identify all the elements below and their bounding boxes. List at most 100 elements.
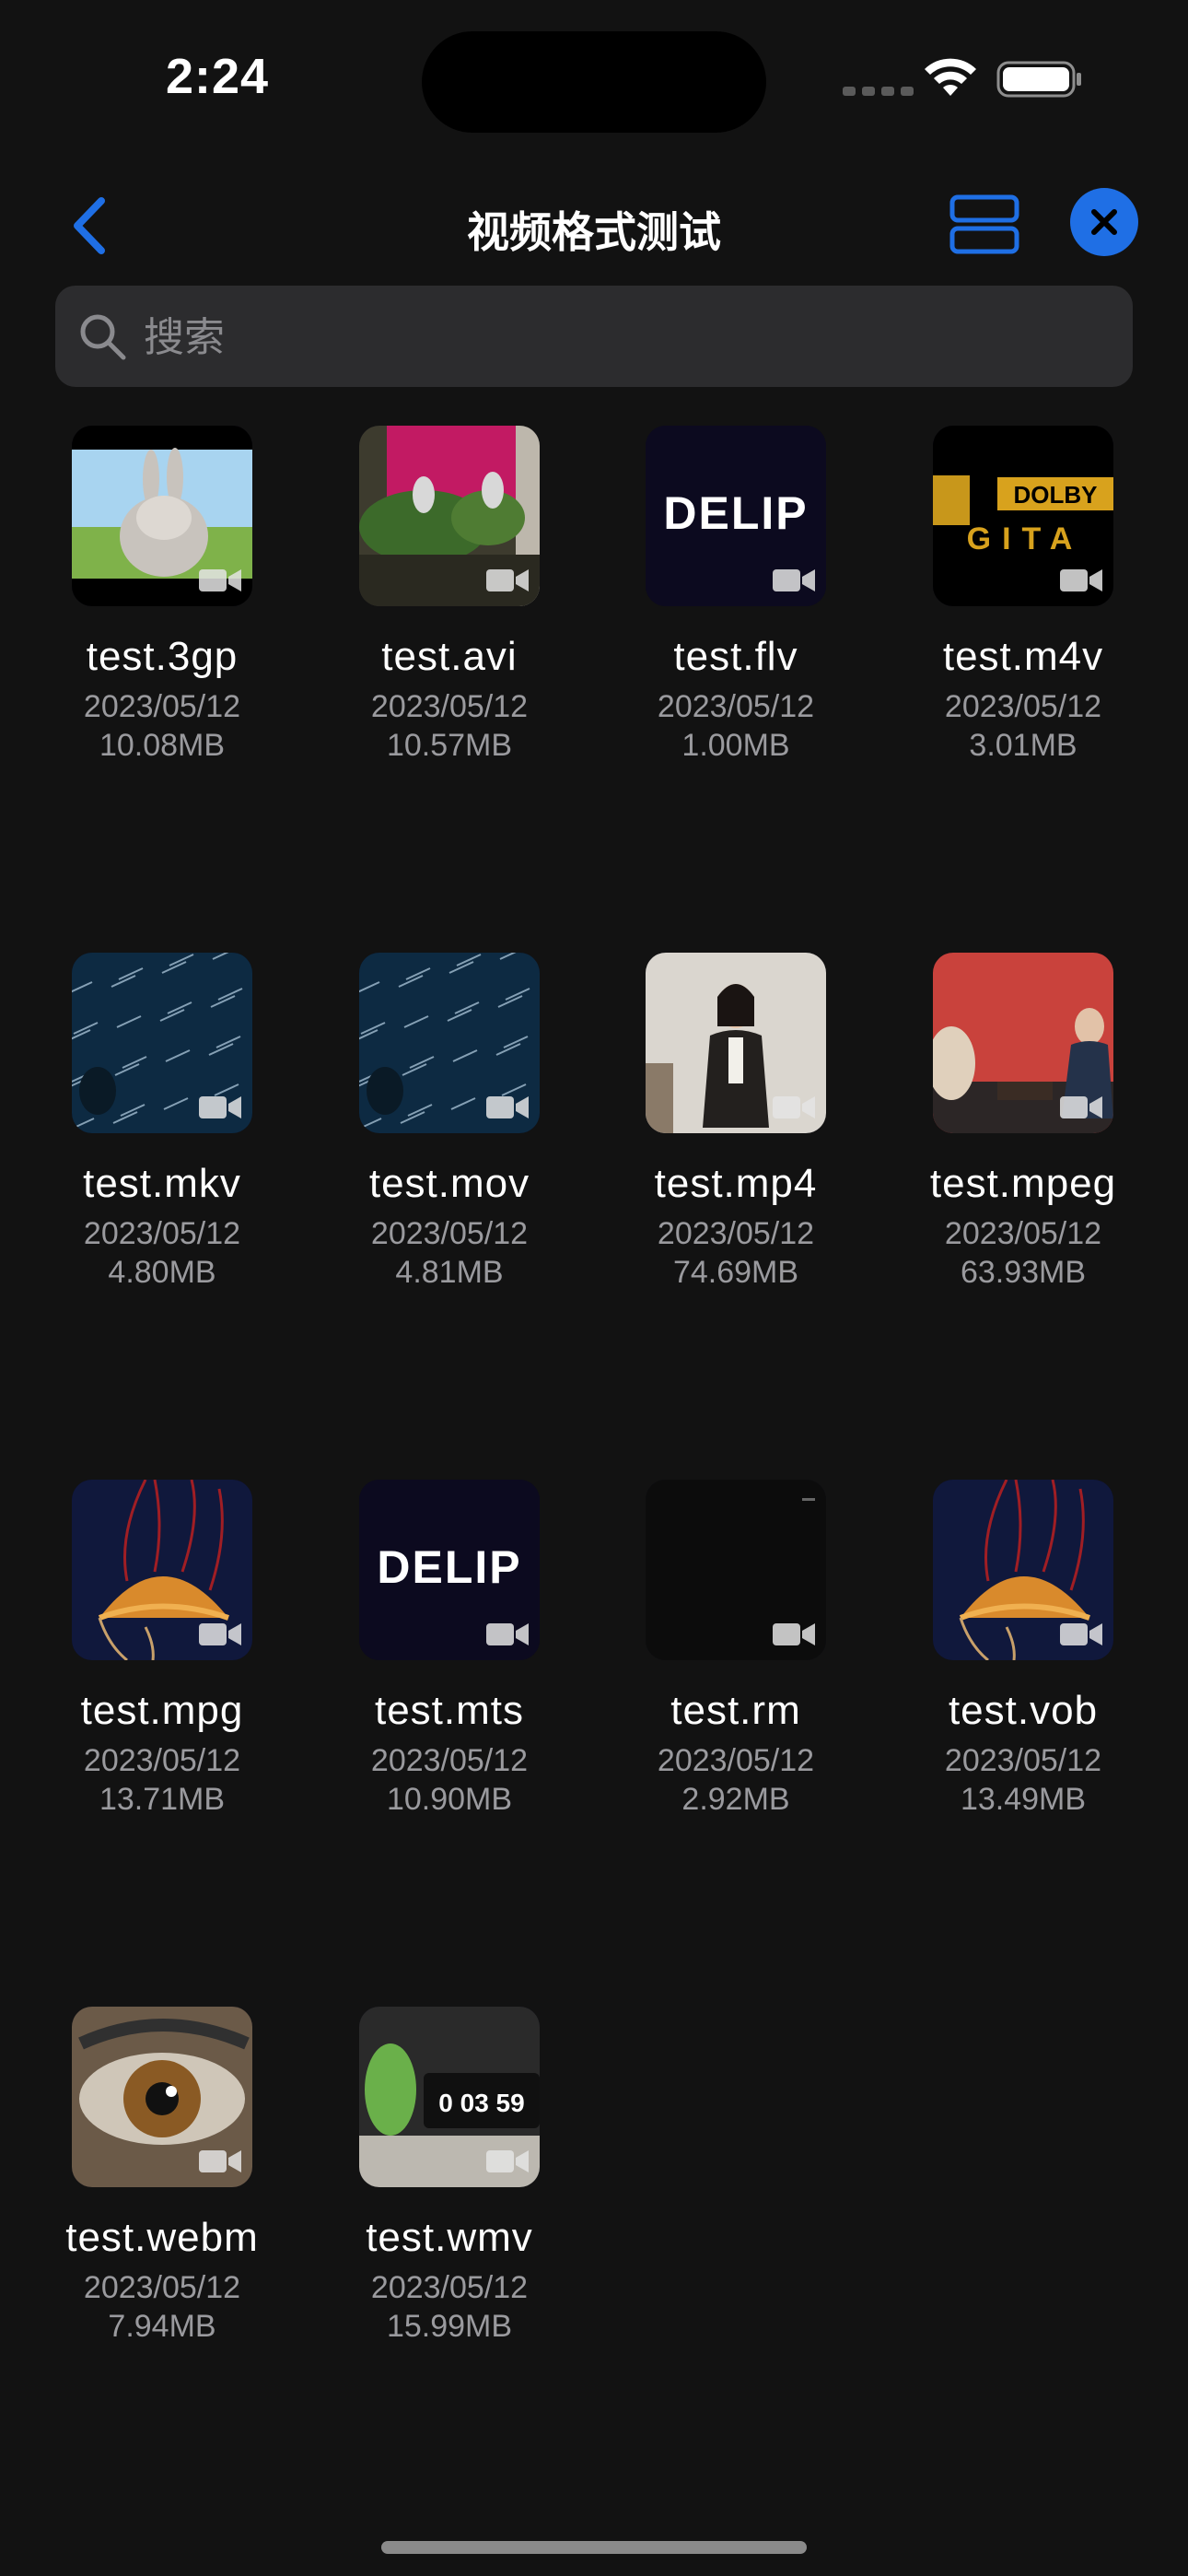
file-name: test.mkv bbox=[83, 1161, 241, 1206]
video-thumbnail[interactable] bbox=[933, 1480, 1113, 1660]
file-item[interactable]: test.3gp 2023/05/12 10.08MB bbox=[18, 426, 306, 765]
home-indicator[interactable] bbox=[381, 2541, 807, 2554]
video-camera-icon bbox=[199, 569, 241, 591]
video-camera-icon bbox=[1060, 1623, 1102, 1645]
video-thumbnail[interactable] bbox=[359, 953, 540, 1133]
video-camera-icon bbox=[486, 1096, 529, 1118]
video-thumbnail[interactable]: DELIP bbox=[359, 1480, 540, 1660]
file-date: 2023/05/12 bbox=[944, 689, 1102, 724]
file-date: 2023/05/12 bbox=[370, 1743, 529, 1778]
svg-text:DOLBY: DOLBY bbox=[1014, 481, 1098, 509]
file-name: test.rm bbox=[670, 1688, 801, 1733]
file-item[interactable]: test.mp4 2023/05/12 74.69MB bbox=[592, 953, 879, 1292]
video-thumbnail[interactable] bbox=[646, 953, 826, 1133]
video-thumbnail[interactable]: DOLBY GITA bbox=[933, 426, 1113, 606]
video-camera-icon bbox=[199, 2150, 241, 2172]
video-thumbnail[interactable] bbox=[72, 953, 252, 1133]
svg-text:GITA: GITA bbox=[967, 521, 1084, 556]
file-name: test.mpg bbox=[80, 1688, 244, 1733]
video-thumbnail[interactable] bbox=[646, 1480, 826, 1660]
file-date: 2023/05/12 bbox=[657, 1216, 815, 1251]
file-date: 2023/05/12 bbox=[657, 1743, 815, 1778]
search-icon bbox=[80, 314, 126, 360]
close-button[interactable] bbox=[1070, 188, 1138, 256]
file-size: 74.69MB bbox=[672, 1255, 799, 1290]
file-size: 63.93MB bbox=[960, 1255, 1087, 1290]
file-date: 2023/05/12 bbox=[83, 2270, 241, 2305]
file-name: test.3gp bbox=[86, 634, 239, 679]
file-name: test.avi bbox=[381, 634, 518, 679]
file-item[interactable]: test.mpeg 2023/05/12 63.93MB bbox=[879, 953, 1167, 1292]
file-item[interactable]: test.vob 2023/05/12 13.49MB bbox=[879, 1480, 1167, 1819]
cellular-signal-icon bbox=[843, 87, 914, 96]
file-name: test.mov bbox=[368, 1161, 530, 1206]
file-name: test.mts bbox=[374, 1688, 525, 1733]
status-bar: 2:24 bbox=[0, 0, 1188, 157]
svg-text:0 03 59: 0 03 59 bbox=[438, 2089, 524, 2117]
file-item[interactable]: test.avi 2023/05/12 10.57MB bbox=[306, 426, 593, 765]
file-size: 13.71MB bbox=[99, 1782, 226, 1817]
file-item[interactable]: test.webm 2023/05/12 7.94MB bbox=[18, 2007, 306, 2346]
navigation-bar: 视频格式测试 bbox=[0, 175, 1188, 276]
video-camera-icon bbox=[773, 569, 815, 591]
video-thumbnail[interactable]: 0 03 59 bbox=[359, 2007, 540, 2187]
video-thumbnail[interactable]: DELIP bbox=[646, 426, 826, 606]
file-item[interactable]: test.mov 2023/05/12 4.81MB bbox=[306, 953, 593, 1292]
video-thumbnail[interactable] bbox=[359, 426, 540, 606]
file-item[interactable]: test.rm 2023/05/12 2.92MB bbox=[592, 1480, 879, 1819]
file-date: 2023/05/12 bbox=[370, 1216, 529, 1251]
file-item[interactable]: test.mkv 2023/05/12 4.80MB bbox=[18, 953, 306, 1292]
dynamic-island bbox=[422, 31, 766, 133]
wifi-icon bbox=[925, 58, 976, 96]
list-layout-icon[interactable] bbox=[949, 192, 1022, 256]
file-item[interactable]: DELIP test.flv 2023/05/12 1.00MB bbox=[592, 426, 879, 765]
file-name: test.vob bbox=[948, 1688, 1099, 1733]
file-date: 2023/05/12 bbox=[657, 689, 815, 724]
file-size: 10.90MB bbox=[386, 1782, 513, 1817]
file-size: 4.81MB bbox=[395, 1255, 504, 1290]
file-name: test.mpeg bbox=[929, 1161, 1117, 1206]
search-input[interactable] bbox=[142, 286, 1103, 389]
file-date: 2023/05/12 bbox=[83, 1743, 241, 1778]
video-camera-icon bbox=[199, 1096, 241, 1118]
file-size: 10.57MB bbox=[386, 728, 513, 763]
status-time: 2:24 bbox=[166, 49, 270, 104]
svg-text:DELIP: DELIP bbox=[377, 1541, 521, 1593]
video-thumbnail[interactable] bbox=[933, 953, 1113, 1133]
file-name: test.m4v bbox=[942, 634, 1104, 679]
file-size: 2.92MB bbox=[681, 1782, 790, 1817]
file-item[interactable]: DELIP test.mts 2023/05/12 10.90MB bbox=[306, 1480, 593, 1819]
video-camera-icon bbox=[486, 2150, 529, 2172]
file-size: 3.01MB bbox=[969, 728, 1077, 763]
svg-text:DELIP: DELIP bbox=[663, 487, 808, 539]
close-icon bbox=[1091, 209, 1117, 235]
file-date: 2023/05/12 bbox=[370, 689, 529, 724]
file-name: test.wmv bbox=[366, 2215, 533, 2260]
file-name: test.flv bbox=[673, 634, 798, 679]
video-thumbnail[interactable] bbox=[72, 426, 252, 606]
file-size: 10.08MB bbox=[99, 728, 226, 763]
file-size: 1.00MB bbox=[681, 728, 790, 763]
video-camera-icon bbox=[1060, 1096, 1102, 1118]
battery-icon bbox=[996, 61, 1081, 98]
file-date: 2023/05/12 bbox=[944, 1743, 1102, 1778]
file-name: test.mp4 bbox=[654, 1161, 818, 1206]
video-thumbnail[interactable] bbox=[72, 1480, 252, 1660]
file-size: 15.99MB bbox=[386, 2309, 513, 2344]
video-camera-icon bbox=[773, 1096, 815, 1118]
file-date: 2023/05/12 bbox=[944, 1216, 1102, 1251]
file-date: 2023/05/12 bbox=[83, 1216, 241, 1251]
video-camera-icon bbox=[486, 1623, 529, 1645]
file-size: 7.94MB bbox=[108, 2309, 216, 2344]
video-camera-icon bbox=[773, 1623, 815, 1645]
file-date: 2023/05/12 bbox=[370, 2270, 529, 2305]
file-item[interactable]: DOLBY GITA test.m4v 2023/05/12 3.01MB bbox=[879, 426, 1167, 765]
video-camera-icon bbox=[1060, 569, 1102, 591]
video-thumbnail[interactable] bbox=[72, 2007, 252, 2187]
file-item[interactable]: test.mpg 2023/05/12 13.71MB bbox=[18, 1480, 306, 1819]
file-item[interactable]: 0 03 59 test.wmv 2023/05/12 15.99MB bbox=[306, 2007, 593, 2346]
video-camera-icon bbox=[199, 1623, 241, 1645]
search-bar[interactable] bbox=[55, 286, 1133, 389]
video-camera-icon bbox=[486, 569, 529, 591]
file-size: 4.80MB bbox=[108, 1255, 216, 1290]
